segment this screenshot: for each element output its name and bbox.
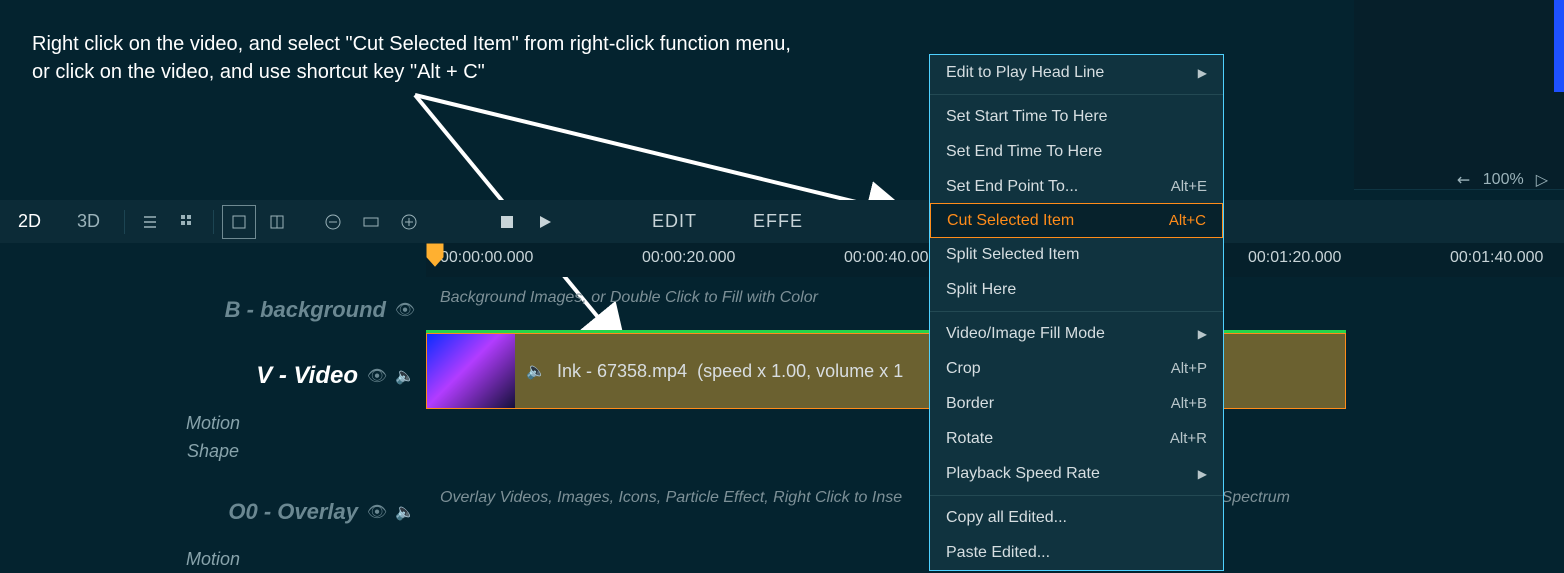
track-label-overlay-motion[interactable]: Motion [0,545,426,573]
menu-set-end-time[interactable]: Set End Time To Here [930,134,1223,169]
layout-single-icon[interactable] [222,205,256,239]
ruler-tick: 00:00:00.000 [440,249,533,267]
play-icon[interactable] [528,205,562,239]
speaker-icon[interactable]: 🔈 [396,367,414,385]
clip-thumbnail [427,334,515,408]
grid-view-icon[interactable] [171,205,205,239]
layout-split-icon[interactable] [260,205,294,239]
menu-separator [930,94,1223,95]
tab-3d[interactable]: 3D [59,200,118,243]
menu-playback-speed[interactable]: Playback Speed Rate ▶ [930,456,1223,491]
eye-icon[interactable]: 👁 [368,503,386,521]
stop-icon[interactable] [490,205,524,239]
expand-icon[interactable]: ↙ [1452,168,1476,192]
zoom-bar: ↙ 100% ▷ [1441,168,1564,192]
zoom-out-icon[interactable] [316,205,350,239]
tab-2d[interactable]: 2D [0,200,59,243]
ruler-tick: 00:00:20.000 [642,249,735,267]
instruction-text: Right click on the video, and select "Cu… [32,30,791,86]
menu-set-start-time[interactable]: Set Start Time To Here [930,99,1223,134]
play-icon[interactable]: ▷ [1536,170,1548,190]
eye-icon[interactable]: 👁 [396,301,414,319]
track-hint: Overlay Videos, Images, Icons, Particle … [440,489,902,507]
ruler-tick: 00:01:40.000 [1450,249,1543,267]
playhead[interactable] [426,243,444,267]
chevron-right-icon: ▶ [1198,66,1207,80]
menu-split-here[interactable]: Split Here [930,272,1223,307]
chevron-right-icon: ▶ [1198,327,1207,341]
track-label-overlay[interactable]: O0 - Overlay 👁 🔈 [0,479,426,545]
preview-scrollbar[interactable] [1554,0,1564,92]
clip-filename: Ink - 67358.mp4 (speed x 1.00, volume x … [557,361,903,382]
zoom-fit-icon[interactable] [354,205,388,239]
menu-separator [930,311,1223,312]
track-label-shape[interactable]: Shape [0,437,426,465]
context-menu: Edit to Play Head Line ▶ Set Start Time … [929,54,1224,571]
instruction-line-1: Right click on the video, and select "Cu… [32,30,791,58]
ruler-tick: 00:01:20.000 [1248,249,1341,267]
effect-button[interactable]: EFFE [725,211,831,232]
menu-crop[interactable]: Crop Alt+P [930,351,1223,386]
speaker-icon[interactable]: 🔈 [396,503,414,521]
zoom-value: 100% [1483,171,1524,189]
toolbar-separator [213,210,214,234]
preview-panel [1354,0,1564,190]
menu-copy-all-edited[interactable]: Copy all Edited... [930,500,1223,535]
chevron-right-icon: ▶ [1198,467,1207,481]
track-label-background[interactable]: B - background 👁 [0,277,426,343]
menu-edit-to-playhead[interactable]: Edit to Play Head Line ▶ [930,55,1223,90]
menu-rotate[interactable]: Rotate Alt+R [930,421,1223,456]
menu-cut-selected-item[interactable]: Cut Selected Item Alt+C [930,203,1223,238]
edit-button[interactable]: EDIT [624,211,725,232]
zoom-in-icon[interactable] [392,205,426,239]
track-label-motion[interactable]: Motion [0,409,426,437]
menu-separator [930,495,1223,496]
ruler-tick: 00:00:40.00 [844,249,929,267]
timeline-toolbar: 2D 3D EDIT EFFE [0,200,1564,243]
toolbar-separator [124,210,125,234]
menu-fill-mode[interactable]: Video/Image Fill Mode ▶ [930,316,1223,351]
track-label-video[interactable]: V - Video 👁 🔈 [0,343,426,409]
list-view-icon[interactable] [133,205,167,239]
eye-icon[interactable]: 👁 [368,367,386,385]
speaker-icon: 🔈 [527,362,545,380]
instruction-line-2: or click on the video, and use shortcut … [32,58,791,86]
menu-set-end-point[interactable]: Set End Point To... Alt+E [930,169,1223,204]
menu-paste-edited[interactable]: Paste Edited... [930,535,1223,570]
menu-split-selected-item[interactable]: Split Selected Item [930,237,1223,272]
menu-border[interactable]: Border Alt+B [930,386,1223,421]
track-label-column: B - background 👁 V - Video 👁 🔈 Motion Sh… [0,277,426,557]
